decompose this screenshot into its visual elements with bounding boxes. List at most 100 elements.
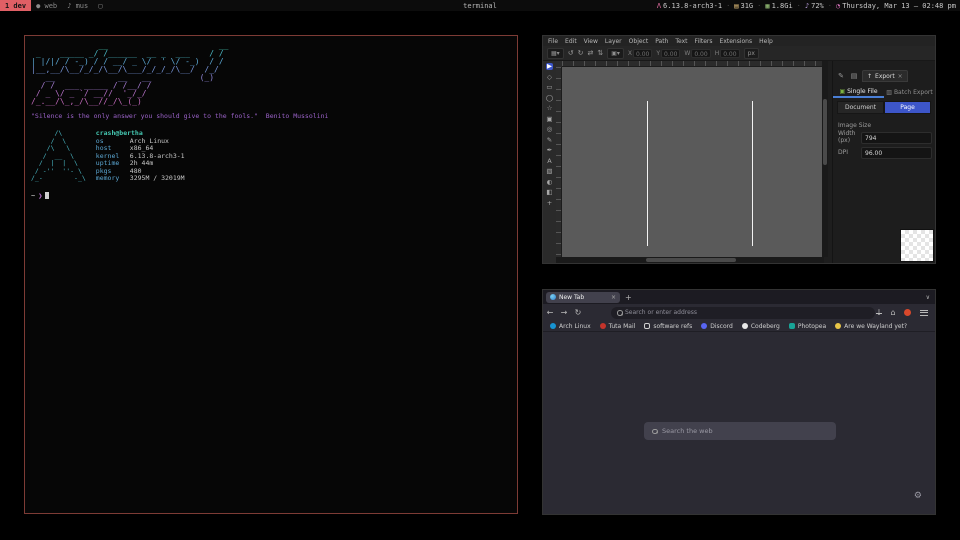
tab-new-tab[interactable]: New Tab ×: [546, 292, 620, 303]
gradient-tool-icon[interactable]: ▧: [546, 168, 552, 175]
list-all-tabs-icon[interactable]: ∨: [926, 294, 930, 301]
drawn-vertical-line[interactable]: [752, 101, 753, 246]
width-input[interactable]: 794: [861, 132, 932, 144]
browser-nav-bar: ← → ↻ ↓ ⌂: [543, 304, 935, 321]
bookmark-are-we-wayland-yet[interactable]: Are we Wayland yet?: [835, 323, 907, 330]
select-mode-dropdown[interactable]: ▦▾: [547, 48, 564, 59]
menu-help[interactable]: Help: [759, 38, 773, 45]
bookmark-discord[interactable]: Discord: [701, 323, 733, 330]
url-bar[interactable]: [611, 307, 875, 319]
module-separator: ·: [757, 2, 761, 10]
drawing-canvas[interactable]: [562, 67, 824, 257]
tab-batch-export[interactable]: ▥ Batch Export: [884, 86, 935, 98]
bookmark-codeberg[interactable]: Codeberg: [742, 323, 780, 330]
menu-object[interactable]: Object: [629, 38, 649, 45]
new-tab-button[interactable]: +: [625, 293, 632, 302]
workspace-4[interactable]: ▢: [93, 0, 107, 11]
desktop: 1 dev ● web ♪ mus ▢ terminal Λ 6.13.8-ar…: [0, 0, 960, 540]
flip-horizontal-icon[interactable]: ⇄: [587, 49, 593, 57]
fetch-output: /\ / \ /\ \ / __ \ / | | \ / -'' ''- \ /…: [31, 130, 517, 183]
units-dropdown[interactable]: px: [744, 48, 759, 59]
search-icon: [617, 310, 622, 315]
image-icon: ▣: [839, 88, 845, 95]
node-editor-tool-icon[interactable]: ◇: [547, 74, 552, 81]
web-search-input[interactable]: [662, 427, 836, 435]
pencil-dialog-icon[interactable]: ✎: [836, 72, 846, 80]
tab-single-file[interactable]: ▣ Single File: [833, 86, 884, 98]
globe-favicon-icon: [550, 294, 556, 300]
box-3d-tool-icon[interactable]: ▣: [546, 116, 552, 123]
scrollbar-thumb[interactable]: [823, 99, 827, 165]
circle-tool-icon[interactable]: ◯: [546, 95, 553, 102]
nav-right-icons: ↓ ⌂: [872, 304, 933, 321]
bookmark-photopea[interactable]: Photopea: [789, 323, 826, 330]
rectangle-tool-icon[interactable]: ▭: [546, 84, 552, 91]
rotate-ccw-icon[interactable]: ↺: [568, 49, 574, 57]
volume-level: 72%: [811, 2, 824, 10]
width-row: Width (px) 794: [838, 131, 932, 144]
url-input[interactable]: [625, 309, 875, 316]
reload-button[interactable]: ↻: [571, 308, 585, 317]
width-field[interactable]: W 0.00: [684, 49, 710, 58]
tuta-favicon-icon: [600, 323, 606, 329]
bookmark-arch-linux[interactable]: Arch Linux: [550, 323, 591, 330]
shell-prompt[interactable]: ~ ❯: [31, 192, 517, 200]
canvas-vertical-scrollbar[interactable]: [822, 61, 828, 257]
star-tool-icon[interactable]: ☆: [547, 105, 553, 112]
rotate-cw-icon[interactable]: ↻: [578, 49, 584, 57]
height-field[interactable]: H 0.00: [715, 49, 740, 58]
downloads-button[interactable]: ↓: [872, 308, 886, 317]
home-button[interactable]: ⌂: [886, 308, 900, 317]
document-button[interactable]: Document: [837, 101, 884, 114]
pen-tool-icon[interactable]: ✒: [547, 147, 552, 154]
close-icon[interactable]: ×: [898, 73, 903, 80]
zoom-tool-icon[interactable]: +: [547, 200, 552, 207]
menu-path[interactable]: Path: [655, 38, 668, 45]
bookmark-tuta-mail[interactable]: Tuta Mail: [600, 323, 636, 330]
scrollbar-thumb[interactable]: [646, 258, 736, 262]
prompt-symbol: ❯: [38, 192, 42, 200]
menu-extensions[interactable]: Extensions: [720, 38, 753, 45]
selector-tool-icon[interactable]: ▶: [546, 63, 553, 70]
extension-icon[interactable]: [904, 309, 911, 316]
clock-icon: ◔: [836, 2, 840, 10]
prompt-path: ~: [31, 192, 35, 200]
arch-favicon-icon: [550, 323, 556, 329]
gear-icon[interactable]: ⚙: [914, 491, 922, 501]
menu-view[interactable]: View: [584, 38, 598, 45]
terminal-content[interactable]: __ __ _ _____ _/ /______ __ _ ___ / / | …: [25, 36, 517, 513]
forward-button[interactable]: →: [557, 308, 571, 317]
align-dropdown[interactable]: ▣▾: [607, 48, 624, 59]
web-search-box[interactable]: [644, 422, 836, 440]
workspace-1-dev[interactable]: 1 dev: [0, 0, 31, 11]
text-tool-icon[interactable]: A: [547, 158, 551, 165]
bucket-tool-icon[interactable]: ◧: [546, 189, 552, 196]
menu-layer[interactable]: Layer: [605, 38, 622, 45]
workspace-2-web[interactable]: ● web: [31, 0, 62, 11]
memory-usage: 1.8Gi: [772, 2, 793, 10]
menu-button[interactable]: [920, 310, 928, 316]
y-coordinate-field[interactable]: Y 0.00: [656, 49, 680, 58]
close-tab-icon[interactable]: ×: [611, 294, 616, 301]
page-button[interactable]: Page: [884, 101, 931, 114]
workspace-3-music[interactable]: ♪ mus: [62, 0, 93, 11]
menu-filters[interactable]: Filters: [695, 38, 713, 45]
dpi-input[interactable]: 96.00: [861, 147, 932, 159]
dropper-tool-icon[interactable]: ◐: [547, 179, 553, 186]
pencil-tool-icon[interactable]: ✎: [547, 137, 552, 144]
canvas-horizontal-scrollbar[interactable]: [556, 257, 824, 263]
memory-module: ▦ 1.8Gi: [765, 2, 792, 10]
export-tab-label: Export: [875, 73, 895, 80]
stack-icon: ▥: [886, 89, 892, 96]
drawn-vertical-line[interactable]: [647, 101, 648, 246]
x-coordinate-field[interactable]: X 0.00: [628, 49, 652, 58]
layers-dialog-icon[interactable]: ▤: [849, 72, 859, 80]
menu-text[interactable]: Text: [675, 38, 687, 45]
export-dialog-tab[interactable]: ↑ Export ×: [862, 70, 908, 82]
menu-edit[interactable]: Edit: [565, 38, 577, 45]
flip-vertical-icon[interactable]: ⇅: [597, 49, 603, 57]
back-button[interactable]: ←: [543, 308, 557, 317]
menu-file[interactable]: File: [548, 38, 558, 45]
spiral-tool-icon[interactable]: ◎: [547, 126, 553, 133]
bookmark-software-refs[interactable]: software refs: [644, 323, 692, 330]
